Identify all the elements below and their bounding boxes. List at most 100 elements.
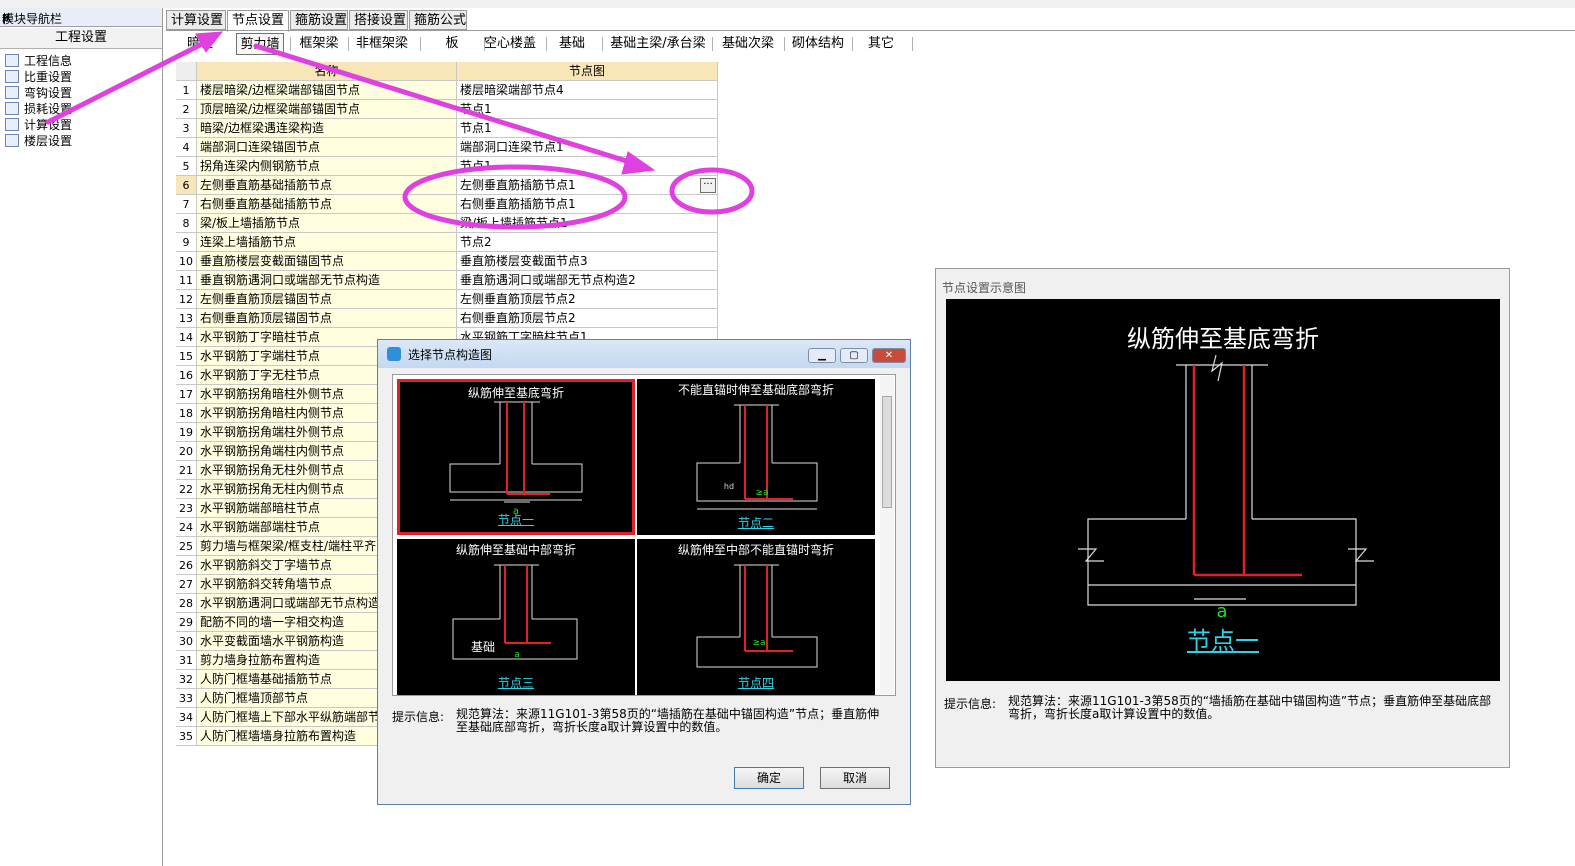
loss-icon [5, 102, 19, 115]
close-icon[interactable]: ✕ [872, 348, 906, 363]
node-option-4[interactable]: ≥a 纵筋伸至中部不能直锚时弯折 节点四 [637, 539, 875, 695]
row-name[interactable]: 连梁上墙插筋节点 [197, 233, 457, 252]
row-name[interactable]: 楼层暗梁/边框梁端部锚固节点 [197, 81, 457, 100]
node-option-label[interactable]: 节点一 [400, 511, 632, 528]
grid-header-name[interactable]: 名称 [197, 62, 457, 81]
row-name[interactable]: 左侧垂直筋基础插筋节点 [197, 176, 457, 195]
row-name[interactable]: 左侧垂直筋顶层锚固节点 [197, 290, 457, 309]
nav-item-loss[interactable]: 损耗设置 [5, 101, 72, 117]
subtab-foundation-secondary-beam[interactable]: 基础次梁 [716, 33, 780, 55]
row-index: 4 [176, 138, 197, 157]
subtab-foundation-main-beam[interactable]: 基础主梁/承台梁 [606, 33, 710, 55]
subtab-slab[interactable]: 板 [424, 33, 480, 55]
grid-header-node[interactable]: 节点图 [457, 62, 718, 81]
row-index: 34 [176, 708, 197, 727]
tab-node-settings[interactable]: 节点设置 [227, 10, 289, 32]
tab-stirrup-formula[interactable]: 箍筋公式 [409, 10, 467, 30]
row-node[interactable]: 左侧垂直筋插筋节点1 [457, 176, 718, 195]
nav-item-label: 比重设置 [24, 70, 73, 84]
table-row[interactable]: 9 连梁上墙插筋节点 节点2 [176, 233, 718, 252]
cancel-button[interactable]: 取消 [820, 767, 890, 789]
dialog-title-bar[interactable]: 选择节点构造图 ▁ ▢ ✕ [378, 340, 910, 368]
node-option-1[interactable]: a 纵筋伸至基底弯折 节点一 [397, 379, 635, 535]
nav-item-calc[interactable]: 计算设置 [5, 117, 72, 133]
subtab-separator [912, 37, 913, 51]
maximize-icon[interactable]: ▢ [840, 348, 868, 363]
row-node[interactable]: 梁/板上墙插筋节点1 [457, 214, 718, 233]
nav-item-label: 损耗设置 [24, 102, 73, 116]
table-row[interactable]: 3 暗梁/边框梁遇连梁构造 节点1 [176, 119, 718, 138]
node-option-2[interactable]: ≥a hd 不能直锚时伸至基础底部弯折 节点二 [637, 379, 875, 535]
foundation-label: 基础 [471, 640, 495, 654]
row-node[interactable]: 节点2 [457, 233, 718, 252]
row-name[interactable]: 右侧垂直筋基础插筋节点 [197, 195, 457, 214]
ellipsis-button[interactable]: ··· [700, 178, 716, 193]
preview-canvas: a 纵筋伸至基底弯折 节点一 [946, 299, 1500, 681]
node-option-3[interactable]: 基础 a 纵筋伸至基础中部弯折 节点三 [397, 539, 635, 695]
table-row[interactable]: 4 端部洞口连梁锚固节点 端部洞口连梁节点1 [176, 138, 718, 157]
row-name[interactable]: 梁/板上墙插筋节点 [197, 214, 457, 233]
scrollbar-thumb[interactable] [882, 396, 892, 508]
subtab-separator [290, 37, 291, 51]
table-row[interactable]: 6 左侧垂直筋基础插筋节点 左侧垂直筋插筋节点1 [176, 176, 718, 195]
tab-stirrup-settings[interactable]: 箍筋设置 [290, 10, 348, 30]
table-row[interactable]: 5 拐角连梁内侧钢筋节点 节点1 [176, 157, 718, 176]
subtab-hollow-floor[interactable]: 空心楼盖 [482, 33, 538, 55]
nav-section-header[interactable]: 工程设置 [0, 28, 162, 49]
table-row[interactable]: 8 梁/板上墙插筋节点 梁/板上墙插筋节点1 [176, 214, 718, 233]
node-option-label[interactable]: 节点二 [637, 514, 875, 531]
row-index: 10 [176, 252, 197, 271]
subtab-separator [348, 37, 349, 51]
minimize-icon[interactable]: ▁ [808, 348, 836, 363]
subtab-shear-wall[interactable]: 剪力墙 [236, 33, 284, 55]
node-option-label[interactable]: 节点三 [397, 674, 635, 691]
row-name[interactable]: 右侧垂直筋顶层锚固节点 [197, 309, 457, 328]
table-row[interactable]: 13 右侧垂直筋顶层锚固节点 右侧垂直筋顶层节点2 [176, 309, 718, 328]
table-row[interactable]: 7 右侧垂直筋基础插筋节点 右侧垂直筋插筋节点1 [176, 195, 718, 214]
node-option-label[interactable]: 节点四 [637, 674, 875, 691]
tab-calc-settings[interactable]: 计算设置 [166, 10, 226, 30]
row-name[interactable]: 暗梁/边框梁遇连梁构造 [197, 119, 457, 138]
table-row[interactable]: 2 顶层暗梁/边框梁端部锚固节点 节点1 [176, 100, 718, 119]
node-thumbnail-list: a 纵筋伸至基底弯折 节点一 ≥a hd 不能直锚时伸至基础底部弯折 节点二 基… [392, 374, 896, 696]
tab-lap-settings[interactable]: 搭接设置 [349, 10, 408, 30]
row-index: 14 [176, 328, 197, 347]
nav-item-floor[interactable]: 楼层设置 [5, 133, 72, 149]
row-node[interactable]: 节点1 [457, 119, 718, 138]
row-node[interactable]: 楼层暗梁端部节点4 [457, 81, 718, 100]
table-row[interactable]: 12 左侧垂直筋顶层锚固节点 左侧垂直筋顶层节点2 [176, 290, 718, 309]
table-row[interactable]: 1 楼层暗梁/边框梁端部锚固节点 楼层暗梁端部节点4 [176, 81, 718, 100]
row-index: 22 [176, 480, 197, 499]
close-icon[interactable]: × [2, 10, 12, 24]
row-node[interactable]: 节点1 [457, 157, 718, 176]
subtab-masonry[interactable]: 砌体结构 [788, 33, 848, 55]
subtab-separator [852, 37, 853, 51]
row-index: 20 [176, 442, 197, 461]
row-index: 15 [176, 347, 197, 366]
subtab-foundation[interactable]: 基础 [550, 33, 594, 55]
row-node[interactable]: 垂直筋遇洞口或端部无节点构造2 [457, 271, 718, 290]
table-row[interactable]: 10 垂直筋楼层变截面锚固节点 垂直筋楼层变截面节点3 [176, 252, 718, 271]
row-name[interactable]: 顶层暗梁/边框梁端部锚固节点 [197, 100, 457, 119]
row-node[interactable]: 端部洞口连梁节点1 [457, 138, 718, 157]
row-node[interactable]: 左侧垂直筋顶层节点2 [457, 290, 718, 309]
row-index: 29 [176, 613, 197, 632]
row-node[interactable]: 右侧垂直筋顶层节点2 [457, 309, 718, 328]
row-name[interactable]: 端部洞口连梁锚固节点 [197, 138, 457, 157]
ok-button[interactable]: 确定 [734, 767, 804, 789]
row-node[interactable]: 右侧垂直筋插筋节点1 [457, 195, 718, 214]
row-node[interactable]: 节点1 [457, 100, 718, 119]
subtab-other[interactable]: 其它 [856, 33, 906, 55]
subtab-hidden-column[interactable]: 暗柱 [170, 33, 230, 55]
subtab-frame-beam[interactable]: 框架梁 [294, 33, 344, 55]
subtab-non-frame-beam[interactable]: 非框架梁 [352, 33, 412, 55]
table-row[interactable]: 11 垂直钢筋遇洞口或端部无节点构造 垂直筋遇洞口或端部无节点构造2 [176, 271, 718, 290]
row-name[interactable]: 垂直钢筋遇洞口或端部无节点构造 [197, 271, 457, 290]
nav-item-hook[interactable]: 弯钩设置 [5, 85, 72, 101]
row-node[interactable]: 垂直筋楼层变截面节点3 [457, 252, 718, 271]
nav-item-project-info[interactable]: 工程信息 [5, 53, 72, 69]
nav-item-weight[interactable]: 比重设置 [5, 69, 72, 85]
thumbnail-scrollbar[interactable] [880, 376, 894, 694]
row-name[interactable]: 拐角连梁内侧钢筋节点 [197, 157, 457, 176]
row-name[interactable]: 垂直筋楼层变截面锚固节点 [197, 252, 457, 271]
